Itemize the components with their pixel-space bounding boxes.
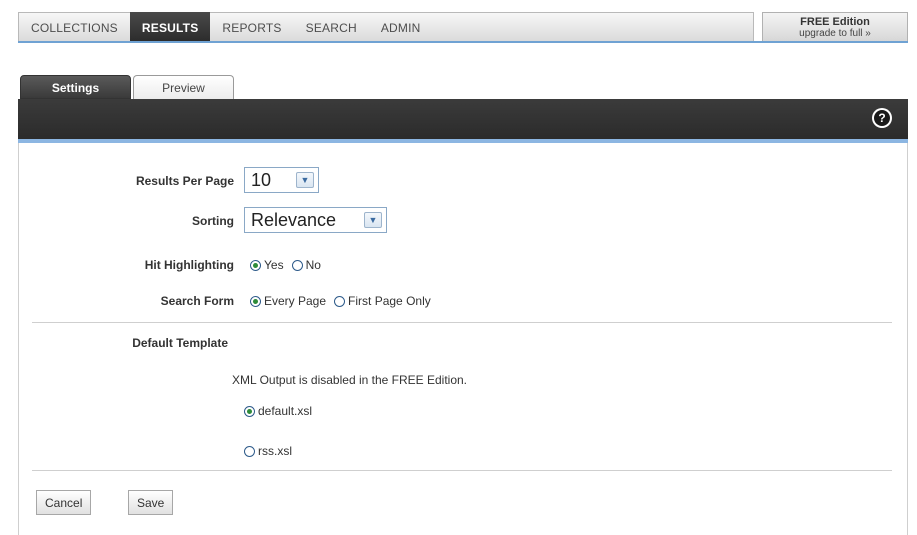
help-icon-glyph: ?: [874, 110, 890, 126]
results-per-page-value: 10: [251, 169, 272, 190]
tab-settings[interactable]: Settings: [20, 75, 131, 99]
search-form-options: Every Page First Page Only: [250, 294, 439, 308]
results-per-page-label: Results Per Page: [135, 174, 234, 188]
section-divider: [32, 470, 892, 471]
radio-selected-icon: [244, 405, 255, 417]
upgrade-link[interactable]: upgrade to full »: [763, 28, 907, 40]
sorting-value: Relevance: [251, 209, 337, 230]
hit-highlighting-yes-label: Yes: [264, 258, 284, 272]
nav-search[interactable]: SEARCH: [294, 13, 369, 42]
template-default-xsl: default.xsl: [244, 404, 320, 418]
radio-unselected-icon: [244, 445, 255, 457]
edition-title: FREE Edition: [800, 16, 870, 28]
nav-collections[interactable]: COLLECTIONS: [19, 13, 130, 42]
nav-results[interactable]: RESULTS: [129, 12, 211, 43]
radio-selected-icon: [250, 259, 261, 271]
template-default-xsl-radio[interactable]: default.xsl: [244, 404, 312, 418]
xml-output-note: XML Output is disabled in the FREE Editi…: [232, 373, 468, 387]
hit-highlighting-no[interactable]: No: [291, 258, 321, 272]
radio-selected-icon: [250, 295, 261, 307]
nav-accent-bar: [18, 41, 908, 43]
help-icon[interactable]: ?: [872, 108, 892, 128]
template-default-xsl-label: default.xsl: [258, 404, 313, 418]
chevron-down-icon: ▼: [296, 172, 314, 188]
save-button[interactable]: Save: [128, 490, 174, 515]
search-form-label: Search Form: [160, 294, 234, 308]
chevron-down-icon: ▼: [364, 212, 382, 228]
tab-preview[interactable]: Preview: [133, 75, 234, 99]
template-rss-xsl-radio[interactable]: rss.xsl: [244, 444, 292, 458]
nav-admin[interactable]: ADMIN: [369, 13, 433, 42]
search-form-first-page-only[interactable]: First Page Only: [334, 294, 431, 308]
search-form-every-page-label: Every Page: [264, 294, 327, 308]
hit-highlighting-yes[interactable]: Yes: [250, 258, 284, 272]
panel-header: [18, 99, 908, 139]
template-rss-xsl-label: rss.xsl: [258, 444, 292, 458]
cancel-button[interactable]: Cancel: [36, 490, 92, 515]
edition-badge: FREE Edition upgrade to full »: [762, 12, 908, 43]
search-form-every-page[interactable]: Every Page: [250, 294, 326, 308]
hit-highlighting-no-label: No: [305, 258, 321, 272]
sorting-label: Sorting: [192, 214, 234, 228]
section-divider: [32, 322, 892, 323]
results-per-page-select[interactable]: 10 ▼: [244, 167, 319, 193]
hit-highlighting-options: Yes No: [250, 258, 329, 272]
search-form-first-page-only-label: First Page Only: [348, 294, 431, 308]
radio-unselected-icon: [334, 295, 346, 307]
radio-unselected-icon: [291, 259, 303, 271]
sorting-select[interactable]: Relevance ▼: [244, 207, 387, 233]
main-nav: COLLECTIONS RESULTS REPORTS SEARCH ADMIN: [18, 12, 754, 43]
default-template-label: Default Template: [132, 336, 228, 350]
nav-reports[interactable]: REPORTS: [210, 13, 293, 42]
hit-highlighting-label: Hit Highlighting: [144, 258, 234, 272]
template-rss-xsl: rss.xsl: [244, 444, 300, 458]
